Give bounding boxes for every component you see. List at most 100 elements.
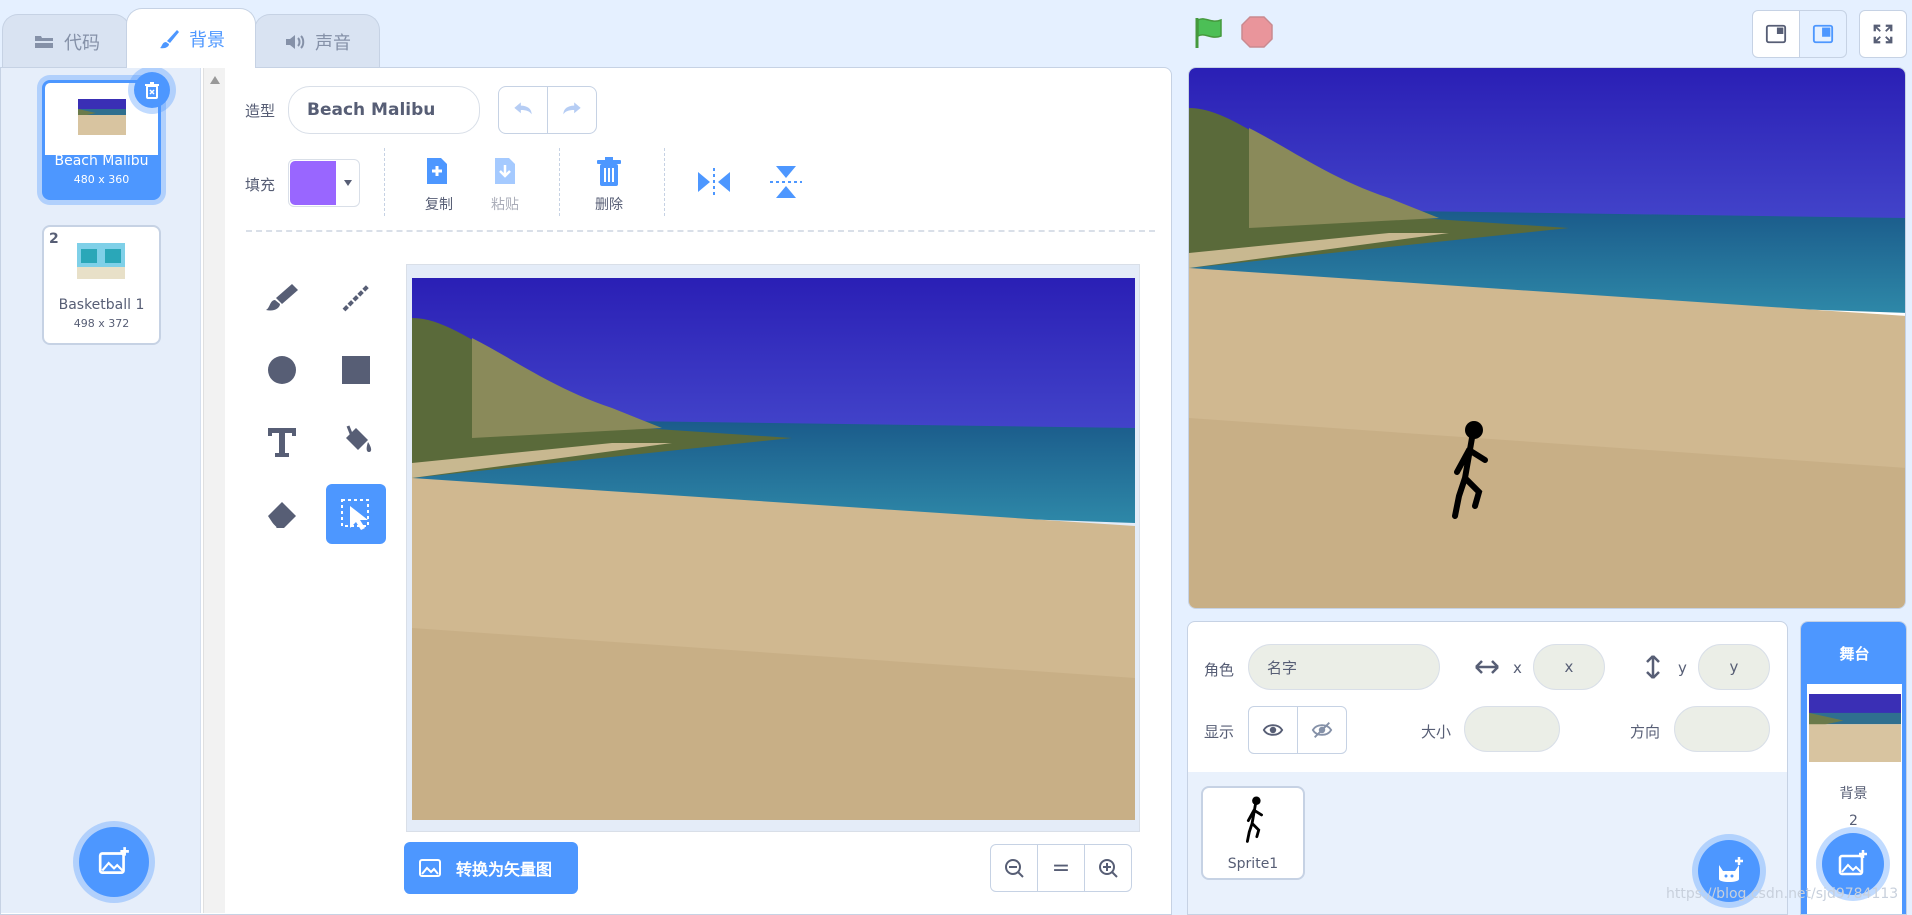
paste-label: 粘贴 bbox=[491, 197, 519, 213]
costume-name-input[interactable]: Beach Malibu bbox=[288, 86, 480, 134]
y-arrows-icon bbox=[1646, 655, 1660, 679]
redo-button[interactable] bbox=[547, 86, 597, 134]
stage[interactable] bbox=[1188, 67, 1906, 609]
redo-icon bbox=[563, 102, 581, 115]
fullscreen-icon bbox=[1873, 24, 1893, 44]
tab-code[interactable]: 代码 bbox=[2, 14, 130, 68]
tab-sounds[interactable]: 声音 bbox=[254, 14, 380, 68]
line-tool[interactable] bbox=[326, 268, 386, 328]
text-icon bbox=[268, 428, 296, 457]
brush-tool[interactable] bbox=[252, 268, 312, 328]
delete-label: 删除 bbox=[595, 197, 623, 213]
image-icon bbox=[419, 859, 441, 877]
backdrop-label: 背景 bbox=[1839, 786, 1868, 802]
stage-title: 舞台 bbox=[1801, 622, 1906, 684]
delete-costume-button[interactable] bbox=[134, 72, 170, 108]
undo-button[interactable] bbox=[498, 86, 548, 134]
green-flag-icon[interactable] bbox=[1193, 16, 1225, 50]
direction-input[interactable] bbox=[1674, 706, 1770, 752]
toolbar-separator bbox=[246, 230, 1155, 232]
paste-button[interactable]: 粘贴 bbox=[480, 152, 530, 216]
sprite-info-panel: 角色 名字 x x y y 显示 大小 方向 bbox=[1187, 621, 1788, 773]
convert-to-vector-button[interactable]: 转换为矢量图 bbox=[404, 842, 578, 894]
x-label: x bbox=[1513, 659, 1522, 677]
large-stage-button[interactable] bbox=[1799, 10, 1847, 58]
select-tool[interactable] bbox=[326, 484, 386, 544]
flip-vertical-icon bbox=[770, 166, 802, 198]
flip-horizontal-button[interactable] bbox=[692, 162, 736, 202]
sprite-stick-figure[interactable] bbox=[1439, 420, 1499, 530]
text-tool[interactable] bbox=[252, 412, 312, 472]
small-stage-button[interactable] bbox=[1752, 10, 1800, 58]
x-input[interactable]: x bbox=[1533, 644, 1605, 690]
scroll-up-icon[interactable] bbox=[210, 76, 220, 84]
copy-button[interactable]: 复制 bbox=[414, 152, 464, 216]
show-label: 显示 bbox=[1204, 723, 1235, 741]
stage-backdrop bbox=[1189, 68, 1905, 608]
select-icon bbox=[341, 499, 369, 530]
paint-bucket-icon bbox=[346, 425, 372, 452]
cat-add-icon bbox=[1719, 857, 1743, 882]
flip-vertical-button[interactable] bbox=[764, 160, 808, 204]
size-label: 大小 bbox=[1421, 723, 1452, 741]
fill-label: 填充 bbox=[245, 176, 276, 194]
eraser-tool[interactable] bbox=[252, 484, 312, 544]
rectangle-icon bbox=[342, 356, 370, 384]
y-input[interactable]: y bbox=[1698, 644, 1770, 690]
costume-list-scrollbar[interactable] bbox=[203, 68, 225, 913]
copy-label: 复制 bbox=[425, 197, 453, 213]
eye-icon bbox=[1262, 724, 1284, 736]
hide-sprite-button[interactable] bbox=[1297, 706, 1347, 754]
large-stage-icon bbox=[1812, 24, 1834, 44]
costume-number: 2 bbox=[49, 231, 59, 247]
costume-name: Basketball 1 bbox=[58, 297, 145, 313]
sprite-name-input[interactable]: 名字 bbox=[1248, 644, 1440, 690]
y-label: y bbox=[1678, 659, 1687, 677]
backdrop-count: 2 bbox=[1849, 813, 1858, 829]
costume-name: Beach Malibu bbox=[54, 153, 149, 169]
fill-color-picker[interactable] bbox=[288, 159, 360, 207]
costume-size: 498 x 372 bbox=[73, 317, 130, 330]
rectangle-tool[interactable] bbox=[326, 340, 386, 400]
small-stage-icon bbox=[1765, 24, 1787, 44]
tab-backdrops[interactable]: 背景 bbox=[126, 8, 256, 68]
zoom-reset-button[interactable]: = bbox=[1037, 844, 1085, 892]
code-icon bbox=[35, 35, 53, 48]
zoom-in-button[interactable] bbox=[1084, 844, 1132, 892]
delete-button[interactable]: 删除 bbox=[584, 152, 634, 216]
line-icon bbox=[342, 284, 370, 312]
costume-item-2[interactable]: 2 Basketball 1 498 x 372 bbox=[42, 225, 161, 345]
fill-color-swatch bbox=[290, 161, 336, 205]
convert-to-vector-label: 转换为矢量图 bbox=[456, 860, 553, 879]
circle-icon bbox=[268, 356, 296, 384]
stop-icon[interactable] bbox=[1240, 15, 1274, 49]
fullscreen-button[interactable] bbox=[1859, 10, 1907, 58]
costume-name-label: 造型 bbox=[245, 102, 276, 120]
flip-horizontal-icon bbox=[698, 168, 730, 196]
image-add-icon bbox=[98, 847, 129, 874]
divider bbox=[664, 148, 665, 216]
sprite-item[interactable]: Sprite1 bbox=[1201, 786, 1305, 880]
speaker-icon bbox=[286, 34, 305, 49]
image-add-icon bbox=[1838, 850, 1867, 876]
eraser-icon bbox=[267, 502, 296, 529]
trash-icon bbox=[145, 82, 159, 99]
circle-tool[interactable] bbox=[252, 340, 312, 400]
paste-icon bbox=[495, 158, 515, 184]
sprite-name: Sprite1 bbox=[1227, 856, 1279, 872]
zoom-in-icon bbox=[1099, 859, 1118, 878]
fill-tool[interactable] bbox=[326, 412, 386, 472]
trash-icon bbox=[597, 157, 621, 186]
costume-number: 1 bbox=[50, 87, 60, 103]
costume-size: 480 x 360 bbox=[73, 173, 130, 186]
show-sprite-button[interactable] bbox=[1248, 706, 1298, 754]
size-input[interactable] bbox=[1464, 706, 1560, 752]
zoom-out-icon bbox=[1005, 859, 1024, 878]
copy-icon bbox=[427, 158, 447, 184]
choose-backdrop-button[interactable] bbox=[79, 827, 149, 897]
zoom-out-button[interactable] bbox=[990, 844, 1038, 892]
x-arrows-icon bbox=[1475, 660, 1499, 674]
costume-thumbnail bbox=[77, 243, 125, 279]
undo-icon bbox=[514, 102, 532, 115]
paint-canvas[interactable] bbox=[412, 278, 1135, 820]
